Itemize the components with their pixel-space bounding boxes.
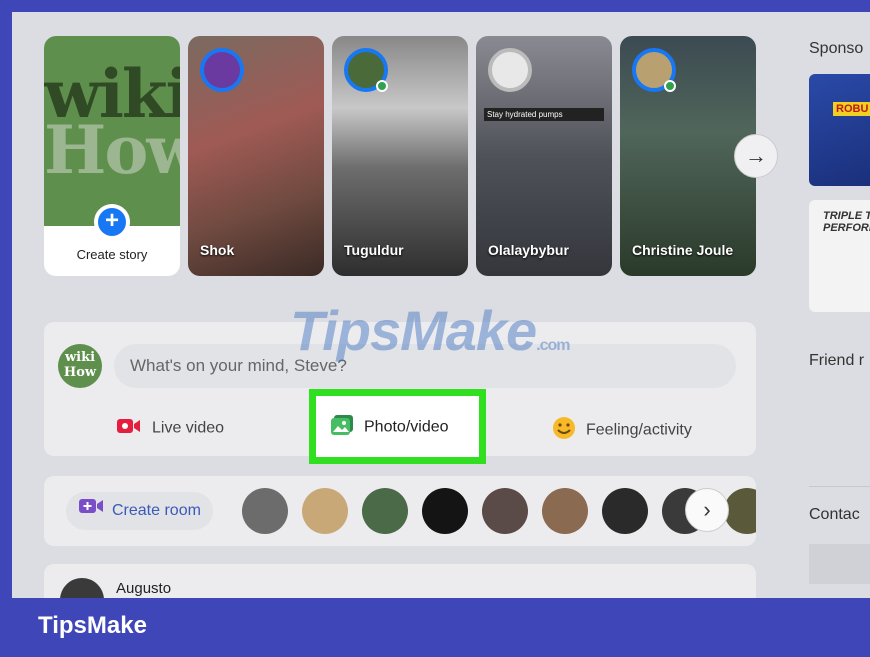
story-card[interactable]: Shok [188, 36, 324, 276]
online-status-icon [376, 80, 388, 92]
create-room-button[interactable]: Create room [66, 492, 213, 530]
feed-post: Augusto ... [44, 564, 756, 598]
profile-image: wiki How [44, 36, 180, 226]
ad-text: TRIPLE T PERFORM [823, 210, 870, 234]
chevron-right-icon: › [703, 497, 711, 522]
brand-banner: TipsMake [38, 612, 147, 639]
post-author[interactable]: Augusto [116, 580, 171, 597]
arrow-right-icon: → [745, 143, 767, 168]
story-card[interactable]: Tuguldur [332, 36, 468, 276]
story-avatar [488, 48, 532, 92]
contact-item[interactable] [809, 544, 870, 584]
live-video-button[interactable]: Live video [116, 416, 224, 441]
add-story-icon[interactable]: + [94, 204, 130, 240]
more-options-icon[interactable]: ... [704, 584, 728, 598]
sponsored-ad-image[interactable]: ROBU [809, 74, 870, 186]
sponsored-heading: Sponso [809, 40, 864, 57]
story-author: Olalaybybur [488, 242, 569, 258]
story-card[interactable]: Stay hydrated pumps Olalaybybur [476, 36, 612, 276]
ad-badge: ROBU [833, 102, 870, 116]
avatar[interactable] [602, 488, 648, 534]
live-video-label: Live video [152, 419, 225, 437]
feeling-activity-label: Feeling/activity [586, 421, 692, 439]
rooms-bar: Create room › [44, 476, 756, 546]
rooms-next-button[interactable]: › [685, 488, 729, 532]
create-room-label: Create room [112, 502, 201, 520]
story-author: Christine Joule [632, 242, 734, 258]
photo-video-button[interactable]: Photo/video [309, 389, 486, 464]
story-author: Shok [200, 242, 235, 258]
story-author: Tuguldur [344, 242, 404, 258]
avatar[interactable] [60, 578, 104, 598]
avatar[interactable] [482, 488, 528, 534]
create-story-label: Create story [76, 247, 148, 262]
facebook-screen: wiki How + Create story Shok Tuguldur St… [12, 12, 870, 598]
video-camera-plus-icon [78, 492, 104, 530]
wikihow-logo: wiki How [44, 55, 180, 189]
story-caption: Stay hydrated pumps [484, 108, 604, 121]
photo-video-label: Photo/video [364, 418, 449, 436]
avatar[interactable] [542, 488, 588, 534]
stories-next-button[interactable]: → [734, 134, 778, 178]
divider [809, 486, 870, 487]
live-video-icon [116, 416, 142, 441]
contacts-heading: Contac [809, 506, 860, 523]
avatar[interactable]: wiki How [58, 344, 102, 388]
online-status-icon [664, 80, 676, 92]
smiley-icon [552, 416, 576, 445]
avatar[interactable] [242, 488, 288, 534]
sponsored-ad-image[interactable]: TRIPLE T PERFORM [809, 200, 870, 312]
avatar[interactable] [362, 488, 408, 534]
photo-icon [330, 414, 354, 441]
friend-requests-heading: Friend r [809, 352, 865, 369]
watermark: TipsMake.com [290, 299, 571, 362]
feeling-activity-button[interactable]: Feeling/activity [552, 416, 692, 445]
avatar[interactable] [302, 488, 348, 534]
avatar[interactable] [422, 488, 468, 534]
create-story-card[interactable]: wiki How + Create story [44, 36, 180, 276]
story-avatar [200, 48, 244, 92]
